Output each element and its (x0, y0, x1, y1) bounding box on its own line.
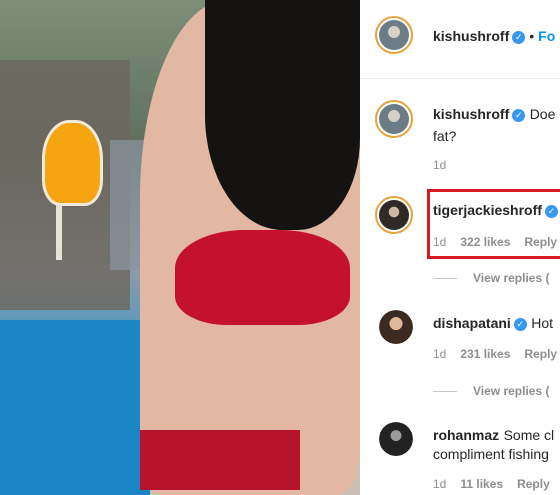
photo-juice-glass (42, 120, 103, 206)
comment-meta: 1d 231 likes Reply (433, 347, 557, 361)
comment-rohanmaz: rohanmaz Some cl (433, 427, 554, 445)
comment-username[interactable]: kishushroff (433, 106, 509, 122)
comment-username[interactable]: dishapatani (433, 315, 511, 331)
comments-panel: kishushroff ✓ • Fo kishushroff ✓ Doe fat? 1d… (360, 0, 560, 495)
verified-check-icon: ✓ (513, 318, 527, 331)
header-separator: • (529, 28, 535, 44)
comment-dishapatani: dishapatani ✓ Hot (433, 315, 553, 333)
header-avatar[interactable] (375, 16, 413, 54)
replies-line (433, 391, 457, 393)
header-username[interactable]: kishushroff (433, 28, 509, 44)
comment-time: 1d (433, 477, 447, 491)
comment-avatar-tigerjackieshroff[interactable] (375, 196, 413, 234)
comment-text-line2: fat? (433, 128, 457, 144)
post-photo (0, 0, 360, 495)
replies-line (433, 278, 457, 280)
comment-avatar-dishapatani[interactable] (379, 310, 413, 344)
reply-button[interactable]: Reply (524, 347, 557, 361)
comment-avatar-kishushroff[interactable] (375, 100, 413, 138)
comment-text: Some cl (503, 427, 555, 443)
comment-text: Doe (529, 106, 556, 122)
comment-time: 1d (433, 158, 447, 172)
comment-avatar-rohanmaz[interactable] (379, 422, 413, 456)
comment-meta: 1d 11 likes Reply (433, 477, 550, 491)
comment-username[interactable]: rohanmaz (433, 427, 499, 443)
header-divider (360, 78, 560, 79)
comment-text-line2: compliment fishing (433, 446, 549, 462)
photo-glass-stem (56, 205, 62, 260)
view-replies-button[interactable]: View replies ( (433, 384, 549, 398)
comment-text: Hot (531, 315, 554, 331)
post-header: kishushroff ✓ • Fo (433, 28, 555, 46)
view-replies-label: View replies ( (473, 271, 550, 285)
follow-button[interactable]: Fo (538, 28, 555, 44)
comment-likes[interactable]: 231 likes (460, 347, 510, 361)
view-replies-label: View replies ( (473, 384, 550, 398)
comment-likes[interactable]: 11 likes (460, 477, 503, 491)
highlight-box (427, 189, 560, 259)
comment-meta: 1d (433, 158, 446, 172)
comment-time: 1d (433, 347, 447, 361)
comment-caption: kishushroff ✓ Doe (433, 106, 555, 124)
photo-swimwear-bottom (140, 430, 300, 490)
verified-check-icon: ✓ (512, 109, 526, 122)
verified-check-icon: ✓ (512, 31, 526, 44)
photo-hair (205, 0, 360, 230)
view-replies-button[interactable]: View replies ( (433, 271, 549, 285)
photo-swimwear-top (175, 230, 350, 325)
reply-button[interactable]: Reply (517, 477, 550, 491)
